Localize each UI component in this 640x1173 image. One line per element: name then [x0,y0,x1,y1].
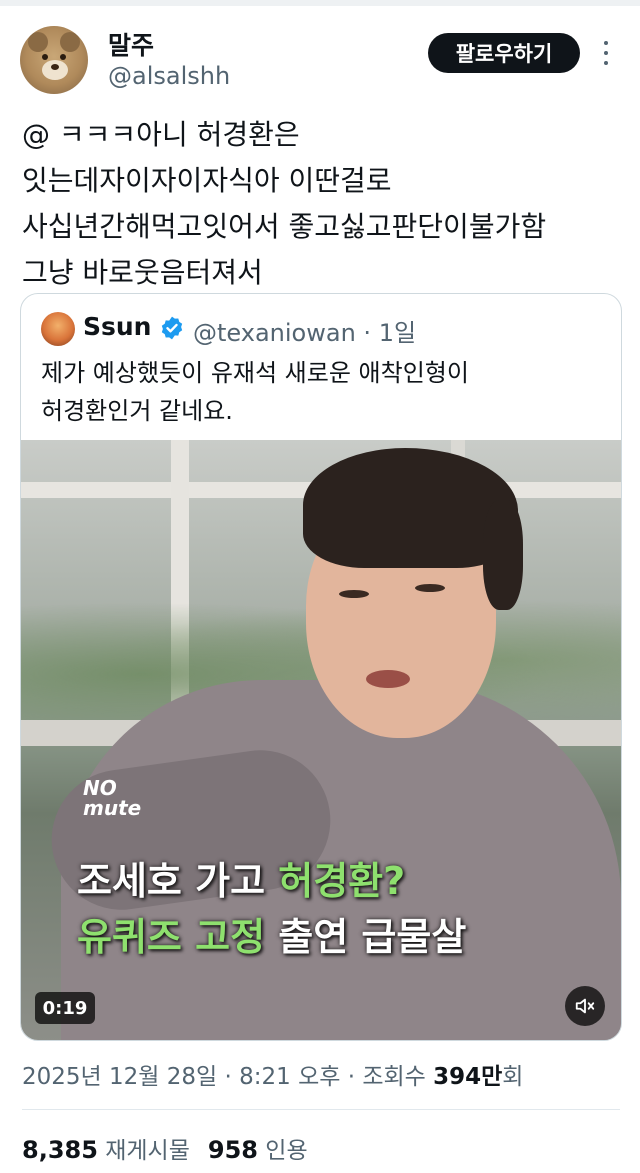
engagement-stats: 8,385 재게시물 958 인용 [22,1131,308,1165]
quoted-author-handle[interactable]: @texaniowan [193,319,356,347]
caption-white-text: 조세호 가고 [77,859,279,903]
watermark-line: NO [83,776,117,800]
caption-green-text: 허경환? [278,859,406,903]
tweet-line: 잇는데자이자이자식아 이딴걸로 [22,164,392,197]
quoted-author-avatar[interactable] [41,312,75,346]
quotes-count: 958 [207,1136,258,1164]
quotes-label: 인용 [265,1138,308,1164]
video-caption-line: 유퀴즈 고정 출연 급물살 [77,906,466,961]
quotes-stat[interactable]: 958 인용 [207,1136,308,1164]
meta-separator: · [347,1064,356,1090]
person-eye [339,590,369,598]
bear-ear [28,32,48,52]
bear-muzzle [42,60,68,80]
verified-badge-icon [161,316,183,340]
divider [22,1109,620,1110]
views-label: 조회수 [362,1064,426,1090]
quoted-author-name[interactable]: Ssun [83,312,151,341]
quoted-tweet-time[interactable]: 1일 [379,319,416,347]
tweet-line: @ ㅋㅋㅋ아니 허경환은 [22,118,300,151]
views-count: 394만 [433,1064,503,1090]
author-avatar[interactable] [20,26,88,94]
bear-nose [51,64,59,70]
author-display-name[interactable]: 말주 [108,26,154,62]
speaker-muted-icon [575,998,595,1014]
tweet-text: @ ㅋㅋㅋ아니 허경환은 잇는데자이자이자식아 이딴걸로 사십년간해먹고잇어서 … [22,112,632,296]
mute-button[interactable] [565,986,605,1026]
caption-white-text: 출연 급물살 [265,915,467,959]
tweet-metadata: 2025년 12월 28일 · 8:21 오후 · 조회수 394만회 [22,1057,523,1091]
reposts-label: 재게시물 [105,1138,190,1164]
top-divider [0,0,640,6]
video-player[interactable]: NO mute 조세호 가고 허경환? 유퀴즈 고정 출연 급물살 0:19 [21,440,621,1040]
video-caption-line: 조세호 가고 허경환? [77,850,405,905]
reposts-count: 8,385 [22,1136,98,1164]
bear-ear [60,32,80,52]
tweet-line: 사십년간해먹고잇어서 좋고싫고판단이불가함 [22,210,547,243]
person-hair [483,500,523,610]
bear-eye [42,54,48,60]
tweet-time[interactable]: 8:21 오후 [239,1064,340,1090]
meta-separator: · [224,1064,232,1090]
tweet-date[interactable]: 2025년 12월 28일 [22,1064,217,1090]
author-handle[interactable]: @alsalshh [108,62,230,90]
bear-eye [60,54,66,60]
quoted-line: 허경환인거 같네요. [41,397,233,425]
video-watermark: NO mute [83,778,141,818]
watermark-line: mute [83,796,142,820]
quoted-tweet-card[interactable]: Ssun @texaniowan · 1일 제가 예상했듯이 유재석 새로운 애… [20,293,622,1041]
more-options-icon[interactable] [598,38,614,68]
meta-separator: · [363,319,372,347]
video-duration-badge: 0:19 [35,992,95,1024]
quoted-author-meta: @texaniowan · 1일 [193,313,416,348]
reposts-stat[interactable]: 8,385 재게시물 [22,1136,190,1164]
tweet-line: 그냥 바로웃음터져서 [22,256,263,289]
views-suffix: 회 [502,1064,524,1090]
person-mouth [366,670,410,688]
follow-button[interactable]: 팔로우하기 [428,33,580,73]
caption-green-text: 유퀴즈 고정 [77,915,266,959]
person-eye [415,584,445,592]
quoted-line: 제가 예상했듯이 유재석 새로운 애착인형이 [41,359,469,387]
quoted-tweet-text: 제가 예상했듯이 유재석 새로운 애착인형이 허경환인거 같네요. [41,354,469,430]
